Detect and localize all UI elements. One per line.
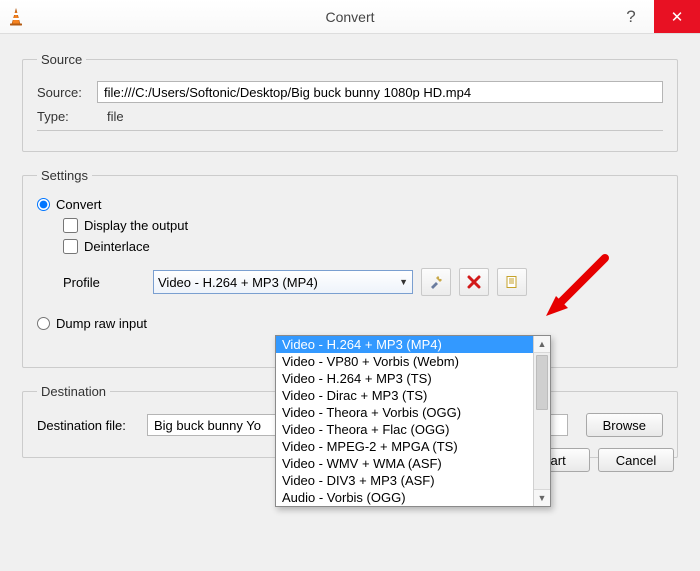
profile-option[interactable]: Video - H.264 + MP3 (MP4) [276, 336, 533, 353]
divider [37, 130, 663, 131]
type-value: file [107, 109, 124, 124]
profile-option[interactable]: Video - H.264 + MP3 (TS) [276, 370, 533, 387]
type-label: Type: [37, 109, 97, 124]
close-button[interactable]: ✕ [654, 0, 700, 33]
profile-option[interactable]: Video - Theora + Vorbis (OGG) [276, 404, 533, 421]
dump-raw-label: Dump raw input [56, 316, 147, 331]
delete-x-icon [467, 275, 481, 289]
display-output-label: Display the output [84, 218, 188, 233]
vlc-cone-icon [6, 7, 26, 27]
profile-option[interactable]: Video - Dirac + MP3 (TS) [276, 387, 533, 404]
source-legend: Source [37, 52, 86, 67]
browse-button[interactable]: Browse [586, 413, 663, 437]
profile-option[interactable]: Video - DIV3 + MP3 (ASF) [276, 472, 533, 489]
source-input[interactable] [97, 81, 663, 103]
destination-legend: Destination [37, 384, 110, 399]
convert-label: Convert [56, 197, 102, 212]
destination-file-label: Destination file: [37, 418, 147, 433]
profile-select[interactable]: Video - H.264 + MP3 (MP4) ▼ [153, 270, 413, 294]
edit-profile-button[interactable] [421, 268, 451, 296]
delete-profile-button[interactable] [459, 268, 489, 296]
dump-raw-radio[interactable] [37, 317, 50, 330]
help-button[interactable]: ? [608, 0, 654, 33]
deinterlace-checkbox[interactable] [63, 239, 78, 254]
new-file-icon [505, 275, 519, 289]
profile-selected-text: Video - H.264 + MP3 (MP4) [158, 275, 318, 290]
profile-label: Profile [63, 275, 153, 290]
chevron-down-icon: ▼ [399, 277, 408, 287]
wrench-icon [428, 274, 444, 290]
deinterlace-label: Deinterlace [84, 239, 150, 254]
profile-option[interactable]: Video - Theora + Flac (OGG) [276, 421, 533, 438]
window-title: Convert [325, 9, 374, 25]
source-group: Source Source: Type: file [22, 52, 678, 152]
scrollbar[interactable]: ▲ ▼ [533, 336, 550, 506]
scroll-thumb[interactable] [536, 355, 548, 410]
convert-radio[interactable] [37, 198, 50, 211]
scroll-track[interactable] [534, 412, 550, 489]
cancel-button[interactable]: Cancel [598, 448, 674, 472]
settings-legend: Settings [37, 168, 92, 183]
display-output-checkbox[interactable] [63, 218, 78, 233]
scroll-down-arrow-icon[interactable]: ▼ [534, 489, 550, 506]
source-label: Source: [37, 85, 97, 100]
profile-option[interactable]: Audio - Vorbis (OGG) [276, 489, 533, 506]
profile-option[interactable]: Video - VP80 + Vorbis (Webm) [276, 353, 533, 370]
profile-option[interactable]: Video - WMV + WMA (ASF) [276, 455, 533, 472]
new-profile-button[interactable] [497, 268, 527, 296]
profile-dropdown-list[interactable]: Video - H.264 + MP3 (MP4)Video - VP80 + … [275, 335, 551, 507]
scroll-up-arrow-icon[interactable]: ▲ [534, 336, 550, 353]
profile-option[interactable]: Video - MPEG-2 + MPGA (TS) [276, 438, 533, 455]
title-bar: Convert ? ✕ [0, 0, 700, 34]
